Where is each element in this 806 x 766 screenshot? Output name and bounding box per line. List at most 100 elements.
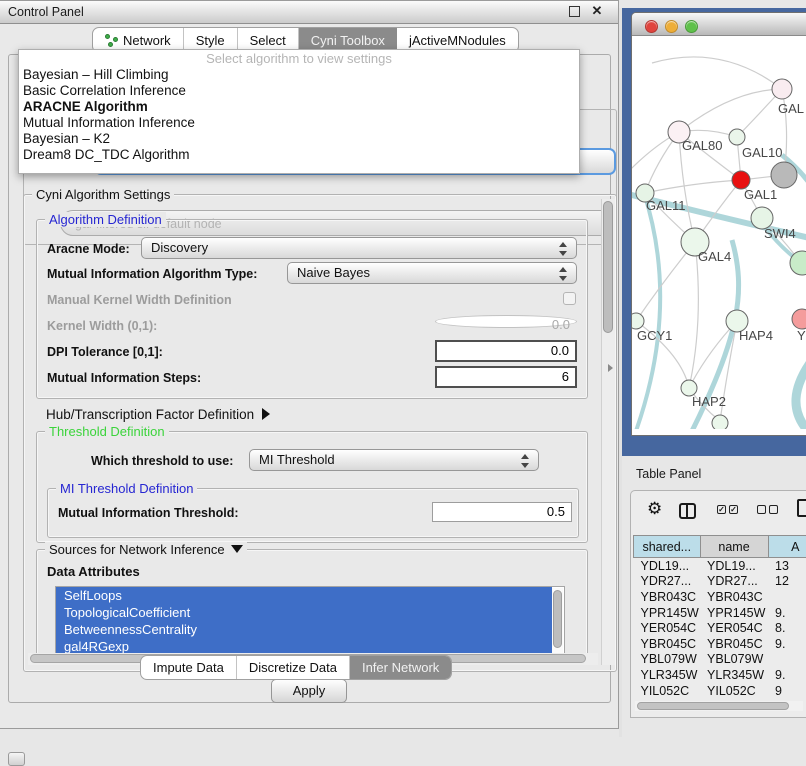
table-row[interactable]: YBR045CYBR045C9. — [634, 636, 806, 652]
algorithm-dropdown-popup: Select algorithm to view settings Bayesi… — [18, 49, 580, 174]
table-cell: YER054C — [634, 620, 701, 636]
scrollbar-thumb[interactable] — [603, 201, 613, 333]
node-GAL10[interactable] — [729, 129, 745, 145]
algorithm-option[interactable]: Bayesian – Hill Climbing — [19, 67, 579, 83]
mi-type-label: Mutual Information Algorithm Type: — [47, 267, 257, 281]
table-cell: 9. — [768, 605, 806, 621]
algorithm-definition-title: Algorithm Definition — [45, 212, 166, 227]
kernel-width-value: 0.0 — [552, 317, 570, 332]
table-cell — [768, 589, 806, 605]
network-edge — [796, 355, 806, 429]
node-label: GAL10 — [742, 145, 782, 160]
mi-threshold-field[interactable]: 0.5 — [432, 502, 572, 522]
aracne-mode-combo[interactable]: Discovery — [141, 237, 577, 259]
network-window-titlebar — [632, 13, 806, 36]
scrollbar-thumb[interactable] — [637, 702, 789, 710]
close-traffic-light-icon[interactable] — [645, 20, 658, 33]
attribute-item[interactable]: TopologicalCoefficient — [56, 604, 552, 621]
settings-group-title: Cyni Algorithm Settings — [32, 187, 174, 202]
manual-kernel-checkbox[interactable] — [563, 292, 576, 305]
algorithm-option[interactable]: Mutual Information Inference — [19, 115, 579, 131]
column-header[interactable]: name — [700, 536, 768, 558]
zoom-traffic-light-icon[interactable] — [685, 20, 698, 33]
table-cell: YER054C — [700, 620, 768, 636]
table-cell: YIL052C — [700, 683, 768, 699]
network-desktop: GALGAL80GAL10GAL1GAL11SWI4GAL4GCY1HAP4YH… — [622, 8, 806, 456]
gear-icon[interactable]: ⚙ — [647, 500, 662, 517]
sources-group-title[interactable]: Sources for Network Inference — [45, 542, 247, 557]
stepper-icon — [521, 454, 529, 468]
attribute-item[interactable]: SelfLoops — [56, 587, 552, 604]
table-row[interactable]: YPR145WYPR145W9. — [634, 605, 806, 621]
table-row[interactable]: YER054CYER054C8. — [634, 620, 806, 636]
document-icon[interactable] — [797, 499, 806, 517]
table-row[interactable]: YIL052CYIL052C9 — [634, 683, 806, 699]
node-label: HAP2 — [692, 394, 726, 409]
minimize-traffic-light-icon[interactable] — [665, 20, 678, 33]
divider-collapse-icon[interactable] — [608, 364, 613, 372]
network-canvas[interactable]: GALGAL80GAL10GAL1GAL11SWI4GAL4GCY1HAP4YH… — [632, 35, 806, 429]
kernel-width-label: Kernel Width (0,1): — [47, 319, 157, 333]
table: shared...nameA YDL19...YDL19...13YDR27..… — [633, 535, 806, 698]
attribute-item[interactable]: BetweennessCentrality — [56, 621, 552, 638]
table-horizontal-scrollbar[interactable] — [635, 701, 803, 711]
tab-infer-network[interactable]: Infer Network — [350, 656, 451, 679]
select-all-icon[interactable]: ✓ ✓ — [717, 505, 738, 514]
network-edge — [679, 89, 782, 132]
tab-impute-data[interactable]: Impute Data — [141, 656, 237, 679]
settings-vertical-scrollbar[interactable] — [601, 199, 615, 665]
threshold-definition-title: Threshold Definition — [45, 424, 169, 439]
table-cell: 9 — [768, 683, 806, 699]
column-header[interactable]: A — [768, 536, 806, 558]
table-row[interactable]: YLR345WYLR345W9. — [634, 667, 806, 683]
algorithm-option[interactable]: Dream8 DC_TDC Algorithm — [19, 147, 579, 163]
close-icon[interactable]: ✕ — [590, 4, 604, 18]
column-header[interactable]: shared... — [634, 536, 701, 558]
hub-factor-expander[interactable]: Hub/Transcription Factor Definition — [46, 407, 270, 422]
which-threshold-label: Which threshold to use: — [91, 454, 233, 468]
node-label: GAL4 — [698, 249, 731, 264]
node-gray[interactable] — [771, 162, 797, 188]
algorithm-option[interactable]: Basic Correlation Inference — [19, 83, 579, 99]
algorithm-option[interactable]: ARACNE Algorithm — [19, 99, 579, 115]
algorithm-option[interactable]: Bayesian – K2 — [19, 131, 579, 147]
table-cell: YBR045C — [634, 636, 701, 652]
kernel-width-field[interactable]: 0.0 — [435, 315, 577, 328]
table-cell: 9. — [768, 667, 806, 683]
scrollbar-thumb[interactable] — [553, 590, 562, 648]
split-view-icon[interactable] — [679, 503, 696, 519]
table-row[interactable]: YBL079WYBL079W — [634, 652, 806, 668]
table-row[interactable]: YBR043CYBR043C — [634, 589, 806, 605]
data-attributes-list[interactable]: SelfLoopsTopologicalCoefficientBetweenne… — [55, 586, 565, 660]
dpi-tolerance-label: DPI Tolerance [0,1]: — [47, 345, 163, 359]
hub-factor-label: Hub/Transcription Factor Definition — [46, 407, 254, 422]
network-icon — [105, 34, 118, 47]
minimized-panel-button[interactable] — [8, 752, 25, 766]
deselect-all-icon[interactable] — [757, 505, 778, 514]
mi-type-combo[interactable]: Naive Bayes — [287, 262, 577, 284]
node-bottom[interactable] — [712, 415, 728, 429]
table-cell: YDL19... — [700, 558, 768, 574]
node-label: GCY1 — [637, 328, 672, 343]
network-edge — [689, 242, 698, 388]
list-vertical-scrollbar[interactable] — [552, 588, 563, 660]
which-threshold-combo[interactable]: MI Threshold — [249, 449, 539, 471]
bottom-tab-bar: Impute DataDiscretize DataInfer Network — [140, 655, 452, 680]
dpi-tolerance-field[interactable]: 0.0 — [435, 340, 577, 362]
node-GCY1[interactable] — [632, 313, 644, 329]
table-cell: YLR345W — [634, 667, 701, 683]
node-pink-top[interactable] — [772, 79, 792, 99]
tab-discretize-data[interactable]: Discretize Data — [237, 656, 350, 679]
table-cell: 8. — [768, 620, 806, 636]
float-window-icon[interactable] — [569, 6, 580, 17]
node-salmon[interactable] — [792, 309, 806, 329]
sources-group: Sources for Network Inference Data Attri… — [36, 549, 588, 663]
table-row[interactable]: YDL19...YDL19...13 — [634, 558, 806, 574]
table-row[interactable]: YDR27...YDR27...12 — [634, 574, 806, 590]
apply-button[interactable]: Apply — [271, 679, 347, 703]
stepper-icon — [559, 267, 567, 281]
data-attributes-label: Data Attributes — [47, 564, 140, 579]
mi-steps-field[interactable]: 6 — [435, 366, 577, 388]
mi-steps-label: Mutual Information Steps: — [47, 371, 201, 385]
checked-box-icon: ✓ — [729, 505, 738, 514]
